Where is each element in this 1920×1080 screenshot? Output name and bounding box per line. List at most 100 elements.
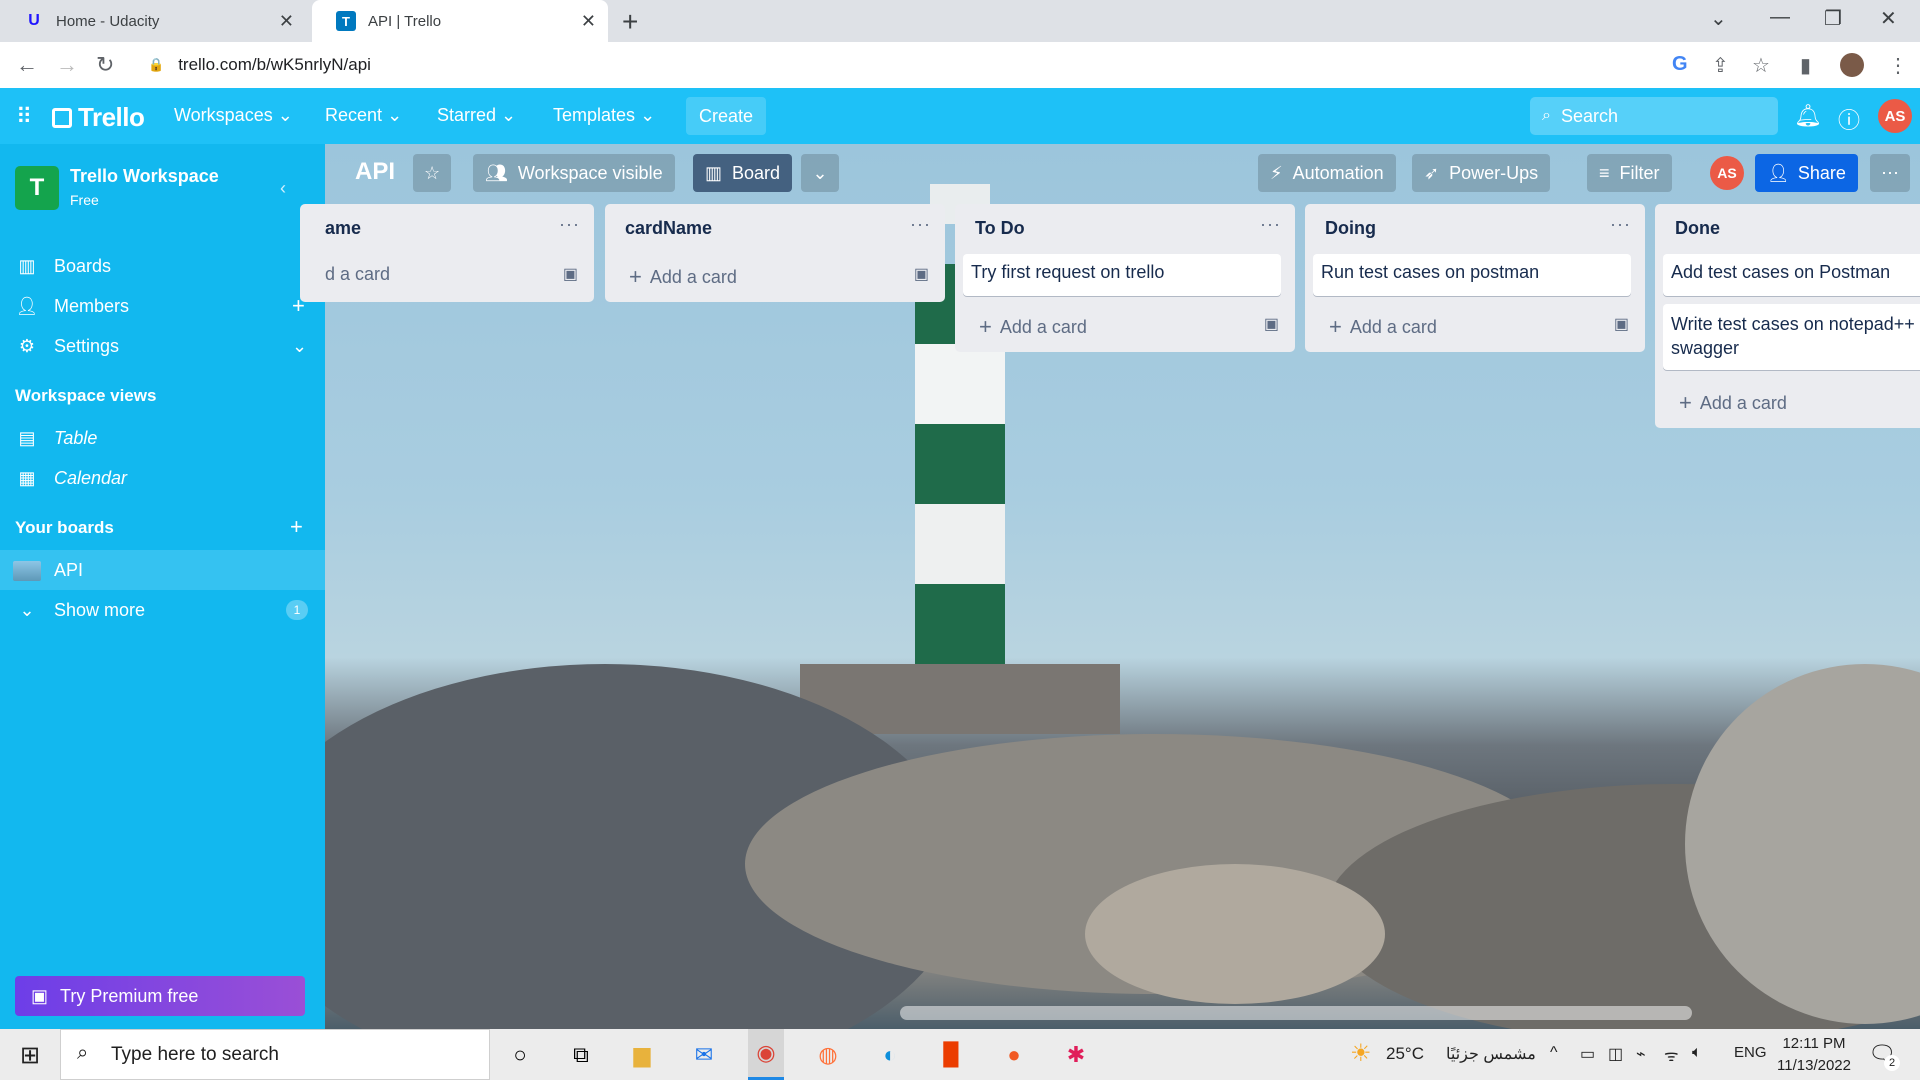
close-tab-icon[interactable]: ✕ — [581, 11, 596, 32]
nav-templates[interactable]: Templates ⌄ — [553, 105, 655, 126]
windows-start-icon[interactable]: ⊞ — [12, 1038, 48, 1072]
add-card-button[interactable]: + Add a card — [1329, 314, 1437, 340]
close-tab-icon[interactable]: ✕ — [279, 11, 294, 32]
add-card-button[interactable]: + Add a card — [629, 264, 737, 290]
side-panel-icon[interactable]: ▮ — [1800, 53, 1811, 78]
powerups-button[interactable]: ➶ Power-Ups — [1412, 154, 1551, 192]
chevron-down-icon[interactable]: ⌄ — [801, 154, 839, 192]
add-card-button[interactable]: d a card — [325, 264, 390, 285]
postman-icon[interactable]: ● — [996, 1038, 1032, 1072]
chrome-icon[interactable]: ◉ — [748, 1029, 784, 1080]
mail-icon[interactable]: ✉ — [686, 1038, 722, 1072]
tab-search-chevron-icon[interactable]: ⌄ — [1710, 6, 1727, 31]
trello-logo[interactable]: Trello — [52, 102, 145, 133]
list-menu-icon[interactable]: ··· — [1260, 214, 1281, 235]
try-premium-button[interactable]: ▣ Try Premium free — [15, 976, 305, 1016]
card-template-icon[interactable]: ▣ — [1264, 314, 1279, 334]
restore-icon[interactable]: ❐ — [1824, 6, 1842, 31]
card-template-icon[interactable]: ▣ — [1614, 314, 1629, 334]
office-icon[interactable]: ▉ — [934, 1038, 970, 1072]
cortana-icon[interactable]: ○ — [502, 1038, 538, 1072]
sidebar-item-settings[interactable]: ⚙ Settings ⌄ — [0, 326, 325, 366]
show-more-button[interactable]: ⌄ Show more 1 — [0, 590, 325, 630]
language-indicator[interactable]: ENG — [1734, 1044, 1767, 1061]
board-view-button[interactable]: ▥ Board — [693, 154, 793, 192]
workspace-name[interactable]: Trello Workspace — [70, 166, 219, 187]
edge-icon[interactable]: ◐ — [872, 1038, 908, 1072]
card[interactable]: Try first request on trello — [963, 254, 1281, 296]
filter-button[interactable]: ≡ Filter — [1587, 154, 1672, 192]
clock-date[interactable]: 11/13/2022 — [1772, 1057, 1856, 1074]
slack-icon[interactable]: ✱ — [1058, 1038, 1094, 1072]
volume-icon[interactable]: 🔈︎ — [1692, 1044, 1702, 1062]
wifi-icon[interactable]: ᯤ — [1664, 1044, 1679, 1066]
lock-icon[interactable]: 🔒 — [148, 57, 164, 73]
add-card-button[interactable]: + Add a card — [1679, 390, 1787, 416]
workspace-avatar[interactable]: T — [15, 166, 59, 210]
minimize-icon[interactable]: — — [1770, 6, 1790, 29]
list-title[interactable]: Done — [1675, 218, 1720, 239]
member-avatar[interactable]: AS — [1710, 156, 1744, 190]
star-board-icon[interactable]: ☆ — [413, 154, 451, 192]
share-button[interactable]: 👤︎ Share — [1755, 154, 1858, 192]
taskbar-search-input[interactable]: ⌕ Type here to search — [60, 1029, 490, 1080]
share-page-icon[interactable]: ⇪ — [1712, 53, 1729, 78]
nav-recent[interactable]: Recent ⌄ — [325, 105, 402, 126]
address-bar[interactable]: 🔒 trello.com/b/wK5nrlyN/api — [138, 48, 1678, 82]
card[interactable]: Run test cases on postman — [1313, 254, 1631, 296]
board-menu-icon[interactable]: ⋯ — [1870, 154, 1910, 192]
battery-icon[interactable]: ▭ — [1580, 1044, 1595, 1064]
bookmark-star-icon[interactable]: ☆ — [1752, 53, 1770, 78]
list-title[interactable]: To Do — [975, 218, 1025, 239]
add-card-button[interactable]: + Add a card — [979, 314, 1087, 340]
clock-time[interactable]: 12:11 PM — [1776, 1035, 1852, 1052]
app-switcher-icon[interactable]: ⠿ — [16, 104, 32, 130]
visibility-button[interactable]: 👥︎ Workspace visible — [473, 154, 675, 192]
search-input[interactable]: ⌕ Search — [1530, 97, 1778, 135]
browser-tab-trello[interactable]: T API | Trello ✕ — [312, 0, 608, 42]
card-template-icon[interactable]: ▣ — [914, 264, 929, 284]
help-icon[interactable]: ⓘ — [1838, 103, 1860, 135]
weather-temp[interactable]: 25°C — [1386, 1044, 1424, 1064]
sidebar-item-members[interactable]: 👤︎ Members + — [0, 286, 325, 326]
weather-icon[interactable]: ☀ — [1350, 1039, 1372, 1068]
forward-icon[interactable]: → — [56, 52, 78, 78]
card[interactable]: Write test cases on notepad++ swagger — [1663, 304, 1920, 370]
camera-icon[interactable]: ◫ — [1608, 1044, 1623, 1064]
sidebar-item-calendar[interactable]: ▦ Calendar — [0, 458, 325, 498]
nav-starred[interactable]: Starred ⌄ — [437, 105, 516, 126]
collapse-sidebar-icon[interactable]: ‹ — [280, 178, 286, 199]
list-title[interactable]: cardName — [625, 218, 712, 239]
firefox-icon[interactable]: ◍ — [810, 1038, 846, 1072]
browser-menu-icon[interactable]: ⋮ — [1888, 53, 1908, 78]
create-button[interactable]: Create — [686, 97, 766, 135]
board-horizontal-scrollbar[interactable] — [900, 1006, 1692, 1020]
tray-chevron-icon[interactable]: ^ — [1550, 1044, 1558, 1062]
sidebar-item-table[interactable]: ▤ Table — [0, 418, 325, 458]
list-menu-icon[interactable]: ··· — [559, 214, 580, 235]
new-tab-icon[interactable]: + — [622, 6, 638, 38]
nav-workspaces[interactable]: Workspaces ⌄ — [174, 105, 293, 126]
network-icon[interactable]: ⌁ — [1636, 1044, 1646, 1064]
back-icon[interactable]: ← — [16, 52, 38, 78]
sidebar-board-api[interactable]: API — [0, 550, 325, 590]
automation-button[interactable]: ⚡︎ Automation — [1258, 154, 1396, 192]
card[interactable]: Add test cases on Postman — [1663, 254, 1920, 296]
card-template-icon[interactable]: ▣ — [563, 264, 578, 284]
list-title[interactable]: Doing — [1325, 218, 1376, 239]
profile-avatar[interactable] — [1840, 53, 1864, 77]
list-title[interactable]: ame — [325, 218, 361, 239]
google-icon[interactable]: G — [1672, 53, 1688, 76]
list-menu-icon[interactable]: ··· — [1610, 214, 1631, 235]
browser-tab-udacity[interactable]: U Home - Udacity ✕ — [0, 0, 306, 42]
window-close-icon[interactable]: ✕ — [1880, 6, 1897, 31]
add-board-icon[interactable]: + — [290, 514, 303, 540]
file-explorer-icon[interactable]: ▆ — [624, 1038, 660, 1072]
sidebar-item-boards[interactable]: ▥ Boards — [0, 246, 325, 286]
task-view-icon[interactable]: ⧉ — [563, 1038, 599, 1072]
notification-bell-icon[interactable]: 🔔︎ — [1794, 103, 1822, 129]
list-menu-icon[interactable]: ··· — [910, 214, 931, 235]
chevron-down-icon[interactable]: ⌄ — [292, 336, 307, 357]
member-avatar[interactable]: AS — [1878, 99, 1912, 133]
reload-icon[interactable]: ↻ — [96, 52, 114, 78]
